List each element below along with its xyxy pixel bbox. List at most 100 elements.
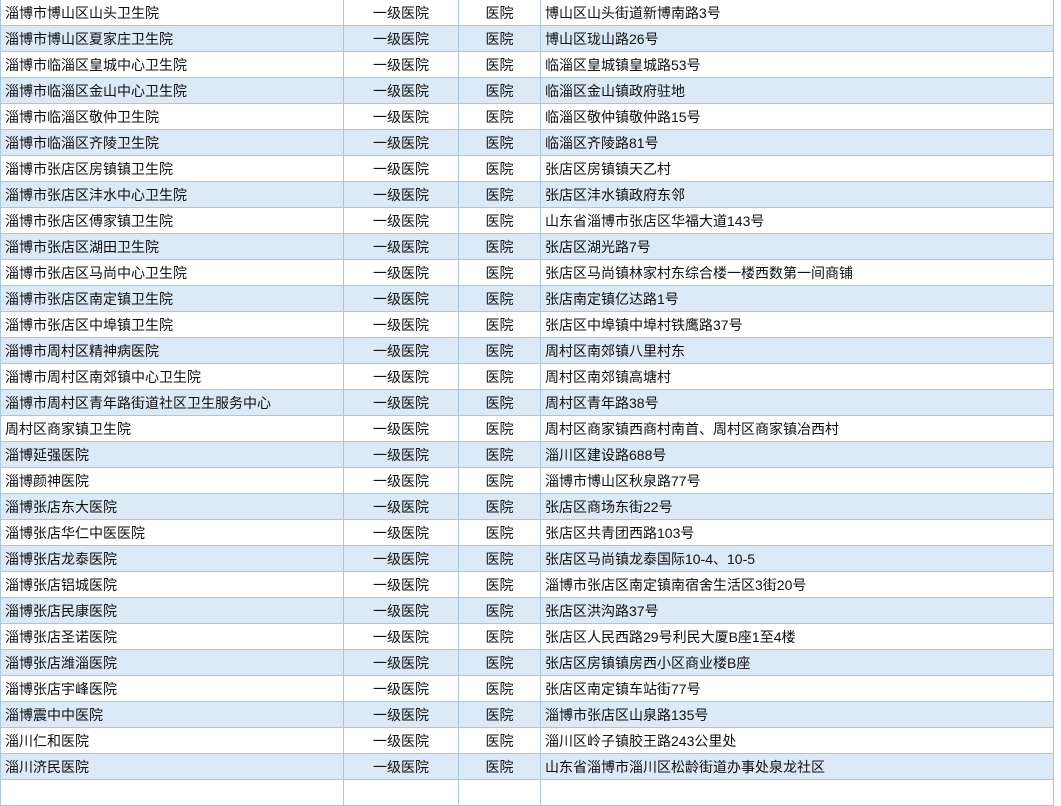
table-row[interactable]: 周村区商家镇卫生院 一级医院 医院 周村区商家镇西商村南首、周村区商家镇冶西村 [0, 415, 1054, 442]
cell-institution-name[interactable]: 淄博张店华仁中医医院 [0, 519, 344, 546]
cell-hospital-level[interactable]: 一级医院 [343, 337, 459, 364]
cell-institution-type[interactable]: 医院 [458, 493, 541, 520]
cell-hospital-level[interactable]: 一级医院 [343, 727, 459, 754]
cell-institution-type[interactable]: 医院 [458, 207, 541, 234]
cell-hospital-level[interactable]: 一级医院 [343, 77, 459, 104]
table-row[interactable]: 淄博市临淄区皇城中心卫生院 一级医院 医院 临淄区皇城镇皇城路53号 [0, 51, 1054, 78]
cell-institution-type[interactable]: 医院 [458, 25, 541, 52]
cell-hospital-level[interactable]: 一级医院 [343, 259, 459, 286]
cell-address[interactable]: 周村区商家镇西商村南首、周村区商家镇冶西村 [540, 415, 1054, 442]
cell-address[interactable]: 山东省淄博市淄川区松龄街道办事处泉龙社区 [540, 753, 1054, 780]
cell-institution-type[interactable]: 医院 [458, 259, 541, 286]
cell-institution-type[interactable]: 医院 [458, 727, 541, 754]
table-row[interactable]: 淄博市博山区山头卫生院 一级医院 医院 博山区山头街道新博南路3号 [0, 0, 1054, 26]
cell-institution-name[interactable]: 淄博市张店区湖田卫生院 [0, 233, 344, 260]
cell-institution-name[interactable]: 淄博市张店区沣水中心卫生院 [0, 181, 344, 208]
cell-address[interactable]: 张店区房镇镇天乙村 [540, 155, 1054, 182]
cell-address[interactable]: 淄川区岭子镇胶王路243公里处 [540, 727, 1054, 754]
cell-institution-type[interactable]: 医院 [458, 233, 541, 260]
cell-hospital-level[interactable]: 一级医院 [343, 155, 459, 182]
cell-address[interactable]: 淄博市张店区山泉路135号 [540, 701, 1054, 728]
cell-hospital-level[interactable]: 一级医院 [343, 129, 459, 156]
cell-hospital-level[interactable]: 一级医院 [343, 649, 459, 676]
table-row[interactable]: 淄博市周村区精神病医院 一级医院 医院 周村区南郊镇八里村东 [0, 337, 1054, 364]
table-row[interactable]: 淄博张店铝城医院 一级医院 医院 淄博市张店区南定镇南宿舍生活区3街20号 [0, 571, 1054, 598]
cell-hospital-level[interactable]: 一级医院 [343, 51, 459, 78]
cell-institution-name[interactable] [0, 779, 344, 806]
cell-institution-type[interactable]: 医院 [458, 389, 541, 416]
cell-institution-name[interactable]: 淄博市张店区中埠镇卫生院 [0, 311, 344, 338]
table-row[interactable]: 淄博市张店区中埠镇卫生院 一级医院 医院 张店区中埠镇中埠村铁鹰路37号 [0, 311, 1054, 338]
cell-institution-name[interactable]: 淄博张店龙泰医院 [0, 545, 344, 572]
cell-institution-type[interactable]: 医院 [458, 155, 541, 182]
cell-address[interactable]: 淄川区建设路688号 [540, 441, 1054, 468]
cell-address[interactable]: 博山区山头街道新博南路3号 [540, 0, 1054, 26]
cell-institution-type[interactable]: 医院 [458, 623, 541, 650]
table-row[interactable]: 淄博张店宇峰医院 一级医院 医院 张店区南定镇车站街77号 [0, 675, 1054, 702]
cell-institution-type[interactable]: 医院 [458, 311, 541, 338]
cell-institution-name[interactable]: 淄博市张店区房镇镇卫生院 [0, 155, 344, 182]
cell-address[interactable]: 张店区洪沟路37号 [540, 597, 1054, 624]
table-row[interactable]: 淄川济民医院 一级医院 医院 山东省淄博市淄川区松龄街道办事处泉龙社区 [0, 753, 1054, 780]
cell-institution-type[interactable]: 医院 [458, 441, 541, 468]
cell-hospital-level[interactable]: 一级医院 [343, 181, 459, 208]
cell-institution-type[interactable]: 医院 [458, 129, 541, 156]
table-row[interactable]: 淄博市张店区傅家镇卫生院 一级医院 医院 山东省淄博市张店区华福大道143号 [0, 207, 1054, 234]
cell-institution-type[interactable]: 医院 [458, 753, 541, 780]
table-row[interactable]: 淄博市临淄区敬仲卫生院 一级医院 医院 临淄区敬仲镇敬仲路15号 [0, 103, 1054, 130]
table-row[interactable]: 淄博张店潍淄医院 一级医院 医院 张店区房镇镇房西小区商业楼B座 [0, 649, 1054, 676]
cell-institution-name[interactable]: 淄博市临淄区敬仲卫生院 [0, 103, 344, 130]
table-row[interactable] [0, 779, 1054, 806]
cell-hospital-level[interactable]: 一级医院 [343, 753, 459, 780]
cell-hospital-level[interactable]: 一级医院 [343, 103, 459, 130]
cell-address[interactable]: 周村区青年路38号 [540, 389, 1054, 416]
cell-hospital-level[interactable]: 一级医院 [343, 545, 459, 572]
table-row[interactable]: 淄博市博山区夏家庄卫生院 一级医院 医院 博山区珑山路26号 [0, 25, 1054, 52]
cell-institution-name[interactable]: 淄博市周村区精神病医院 [0, 337, 344, 364]
cell-address[interactable]: 临淄区齐陵路81号 [540, 129, 1054, 156]
cell-institution-type[interactable]: 医院 [458, 51, 541, 78]
cell-hospital-level[interactable]: 一级医院 [343, 597, 459, 624]
table-row[interactable]: 淄博张店民康医院 一级医院 医院 张店区洪沟路37号 [0, 597, 1054, 624]
cell-address[interactable]: 张店区南定镇车站街77号 [540, 675, 1054, 702]
cell-institution-name[interactable]: 淄博张店圣诺医院 [0, 623, 344, 650]
table-row[interactable]: 淄博市张店区湖田卫生院 一级医院 医院 张店区湖光路7号 [0, 233, 1054, 260]
cell-hospital-level[interactable]: 一级医院 [343, 441, 459, 468]
cell-institution-type[interactable]: 医院 [458, 337, 541, 364]
cell-address[interactable]: 临淄区敬仲镇敬仲路15号 [540, 103, 1054, 130]
cell-institution-name[interactable]: 淄博张店潍淄医院 [0, 649, 344, 676]
cell-institution-name[interactable]: 淄博市博山区山头卫生院 [0, 0, 344, 26]
cell-hospital-level[interactable]: 一级医院 [343, 571, 459, 598]
cell-address[interactable]: 临淄区金山镇政府驻地 [540, 77, 1054, 104]
cell-address[interactable]: 张店区房镇镇房西小区商业楼B座 [540, 649, 1054, 676]
table-row[interactable]: 淄博颜神医院 一级医院 医院 淄博市博山区秋泉路77号 [0, 467, 1054, 494]
cell-institution-name[interactable]: 淄博张店铝城医院 [0, 571, 344, 598]
table-row[interactable]: 淄博市临淄区齐陵卫生院 一级医院 医院 临淄区齐陵路81号 [0, 129, 1054, 156]
cell-institution-name[interactable]: 淄博市张店区傅家镇卫生院 [0, 207, 344, 234]
cell-institution-type[interactable]: 医院 [458, 701, 541, 728]
cell-institution-type[interactable]: 医院 [458, 181, 541, 208]
cell-institution-name[interactable]: 淄博张店民康医院 [0, 597, 344, 624]
cell-institution-type[interactable]: 医院 [458, 519, 541, 546]
cell-address[interactable]: 张店区马尚镇林家村东综合楼一楼西数第一间商铺 [540, 259, 1054, 286]
cell-institution-name[interactable]: 淄博颜神医院 [0, 467, 344, 494]
cell-hospital-level[interactable]: 一级医院 [343, 311, 459, 338]
table-row[interactable]: 淄博市张店区南定镇卫生院 一级医院 医院 张店南定镇亿达路1号 [0, 285, 1054, 312]
cell-institution-name[interactable]: 淄博市临淄区金山中心卫生院 [0, 77, 344, 104]
cell-address[interactable]: 山东省淄博市张店区华福大道143号 [540, 207, 1054, 234]
cell-institution-name[interactable]: 周村区商家镇卫生院 [0, 415, 344, 442]
cell-institution-type[interactable]: 医院 [458, 0, 541, 26]
cell-hospital-level[interactable]: 一级医院 [343, 623, 459, 650]
cell-institution-name[interactable]: 淄川仁和医院 [0, 727, 344, 754]
cell-institution-name[interactable]: 淄博张店宇峰医院 [0, 675, 344, 702]
cell-institution-name[interactable]: 淄博市张店区马尚中心卫生院 [0, 259, 344, 286]
cell-hospital-level[interactable]: 一级医院 [343, 493, 459, 520]
cell-hospital-level[interactable]: 一级医院 [343, 25, 459, 52]
cell-address[interactable]: 淄博市博山区秋泉路77号 [540, 467, 1054, 494]
cell-institution-type[interactable] [458, 779, 541, 806]
cell-institution-type[interactable]: 医院 [458, 415, 541, 442]
table-row[interactable]: 淄博张店圣诺医院 一级医院 医院 张店区人民西路29号利民大厦B座1至4楼 [0, 623, 1054, 650]
cell-address[interactable]: 张店区沣水镇政府东邻 [540, 181, 1054, 208]
cell-hospital-level[interactable]: 一级医院 [343, 519, 459, 546]
cell-institution-name[interactable]: 淄博市周村区南郊镇中心卫生院 [0, 363, 344, 390]
